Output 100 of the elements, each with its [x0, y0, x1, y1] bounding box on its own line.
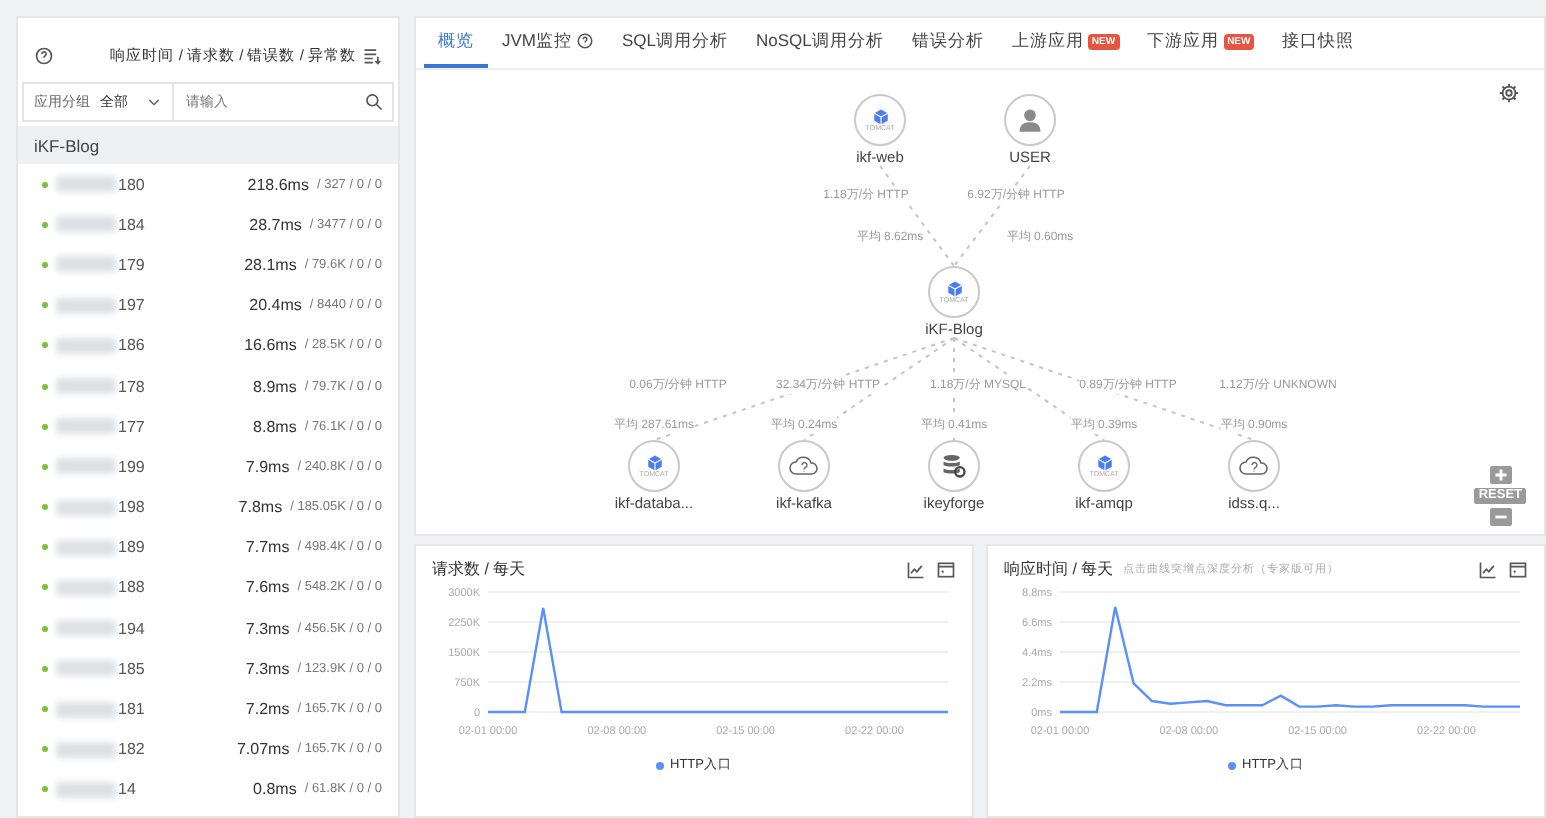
- latency-value: 7.9ms: [245, 457, 290, 476]
- latency-value: 28.7ms: [249, 215, 302, 234]
- status-dot: [42, 746, 48, 753]
- group-header: iKF-Blog: [18, 126, 398, 164]
- redacted-address: [56, 216, 116, 233]
- latency-value: 7.3ms: [245, 659, 290, 678]
- redacted-address: [56, 458, 116, 475]
- cube-icon: [645, 453, 663, 472]
- help-icon: [34, 46, 54, 66]
- status-dot: [42, 423, 48, 430]
- status-dot: [42, 181, 48, 188]
- tab[interactable]: 错误分析: [897, 18, 998, 68]
- ip-address[interactable]: 186: [118, 336, 145, 355]
- plus-icon: [1493, 467, 1508, 481]
- redacted-address: [56, 620, 116, 637]
- latency-value: 7.7ms: [245, 538, 290, 557]
- ip-address[interactable]: 182: [118, 740, 145, 759]
- ip-address[interactable]: 185: [118, 659, 145, 678]
- ip-address[interactable]: 181: [118, 700, 145, 719]
- cloud-node[interactable]: [1228, 440, 1280, 492]
- cube-icon: [871, 107, 889, 126]
- ip-address[interactable]: 198: [118, 498, 145, 517]
- cube-icon: [945, 279, 963, 298]
- status-dot: [42, 625, 48, 632]
- redacted-address: [56, 378, 116, 395]
- minus-icon: [1493, 510, 1508, 524]
- status-dot: [42, 463, 48, 470]
- status-dot: [42, 383, 48, 390]
- redacted-address: [56, 418, 116, 435]
- window-icon: [936, 559, 956, 579]
- latency-value: 20.4ms: [249, 296, 302, 315]
- person-icon: [1016, 106, 1044, 134]
- connector-line: [879, 165, 955, 267]
- tab[interactable]: NoSQL调用分析: [742, 18, 898, 68]
- status-dot: [42, 706, 48, 713]
- ip-address[interactable]: 199: [118, 457, 145, 476]
- zoom-out-button[interactable]: [1489, 508, 1512, 526]
- latency-value: 0.8ms: [253, 780, 297, 799]
- database-node[interactable]: [928, 440, 980, 492]
- latency-value: 218.6ms: [247, 175, 309, 194]
- tab[interactable]: 接口快照: [1268, 18, 1369, 68]
- ip-address[interactable]: 180: [118, 175, 145, 194]
- redacted-address: [56, 579, 116, 596]
- status-dot: [42, 504, 48, 511]
- latency-value: 7.2ms: [245, 700, 290, 719]
- redacted-address: [56, 741, 116, 758]
- ip-address[interactable]: 178: [118, 377, 145, 396]
- ip-address[interactable]: 189: [118, 538, 145, 557]
- settings-icon[interactable]: [1498, 82, 1520, 104]
- status-dot: [42, 302, 48, 309]
- status-dot: [42, 544, 48, 551]
- latency-value: 8.9ms: [253, 377, 297, 396]
- tab[interactable]: 概览: [424, 18, 488, 68]
- latency-value: 7.07ms: [236, 740, 290, 759]
- cloud-node[interactable]: [778, 440, 830, 492]
- redacted-address: [56, 499, 116, 516]
- redacted-address: [56, 781, 116, 798]
- connector-line: [953, 165, 1031, 267]
- tab[interactable]: JVM监控: [488, 18, 608, 68]
- status-dot: [42, 261, 48, 268]
- window-icon: [1508, 559, 1528, 579]
- ip-address[interactable]: 14: [118, 780, 136, 799]
- ip-address[interactable]: 184: [118, 215, 145, 234]
- line-chart-icon: [906, 559, 926, 579]
- redacted-address: [56, 539, 116, 556]
- ip-address[interactable]: 179: [118, 255, 145, 274]
- ip-address[interactable]: 188: [118, 578, 145, 597]
- latency-value: 7.3ms: [245, 619, 290, 638]
- cloud-question-icon: [1238, 454, 1270, 478]
- status-dot: [42, 221, 48, 228]
- latency-value: 7.8ms: [238, 498, 283, 517]
- list-icon: [362, 46, 382, 66]
- ip-address[interactable]: 194: [118, 619, 145, 638]
- status-dot: [42, 584, 48, 591]
- redacted-address: [56, 337, 116, 354]
- status-dot: [42, 342, 48, 349]
- line-chart-icon: [1478, 559, 1498, 579]
- user-node[interactable]: [1004, 94, 1056, 146]
- status-dot: [42, 786, 48, 793]
- ip-address[interactable]: 197: [118, 296, 145, 315]
- latency-value: 16.6ms: [244, 336, 297, 355]
- cube-icon: [1095, 453, 1113, 472]
- latency-value: 8.8ms: [253, 417, 297, 436]
- redacted-address: [56, 256, 116, 273]
- chart-title: 响应时间 / 每天: [1004, 558, 1114, 580]
- status-dot: [42, 665, 48, 672]
- latency-value: 7.6ms: [245, 578, 290, 597]
- redacted-address: [56, 297, 116, 314]
- redacted-address: [56, 701, 116, 718]
- redacted-address: [56, 176, 116, 193]
- chart-title: 请求数 / 每天: [432, 558, 526, 580]
- legend-dot: [656, 761, 664, 769]
- zoom-in-button[interactable]: [1489, 465, 1512, 483]
- tab[interactable]: SQL调用分析: [608, 18, 743, 68]
- redacted-address: [56, 660, 116, 677]
- ip-address[interactable]: 177: [118, 417, 145, 436]
- latency-value: 28.1ms: [244, 255, 297, 274]
- database-icon: [940, 452, 968, 480]
- cloud-question-icon: [788, 454, 820, 478]
- legend-dot: [1228, 761, 1236, 769]
